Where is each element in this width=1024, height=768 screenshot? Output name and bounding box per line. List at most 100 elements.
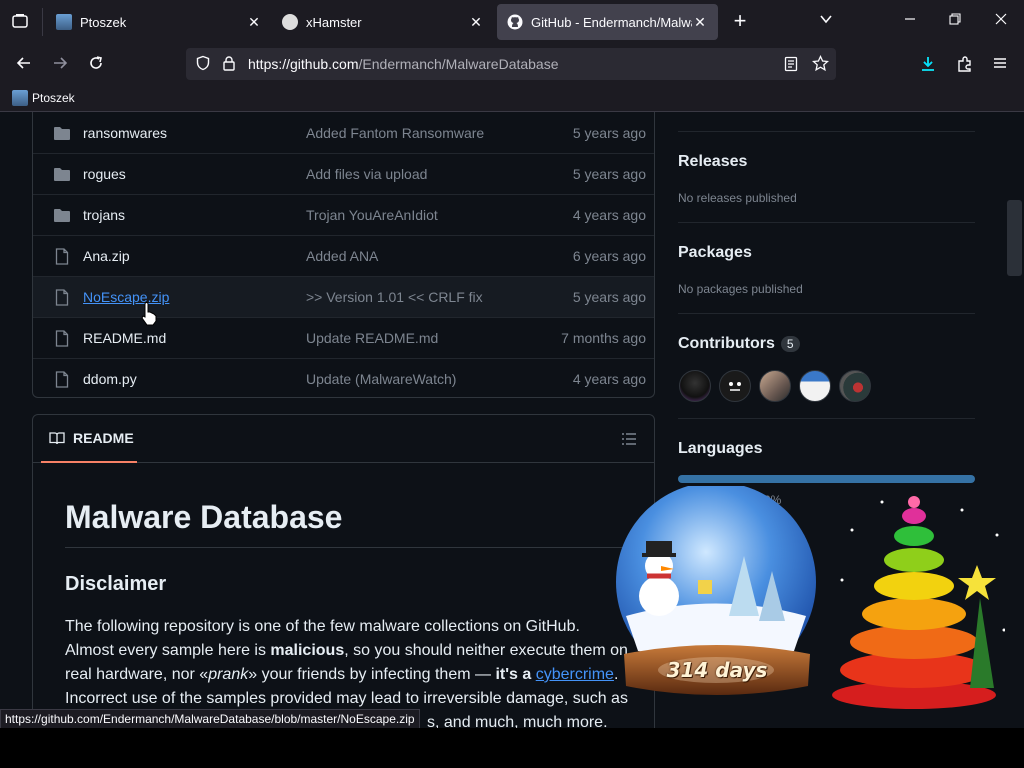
tab-divider	[42, 8, 43, 36]
scrollbar-thumb[interactable]	[1007, 200, 1022, 276]
link-status-bar: https://github.com/Endermanch/MalwareDat…	[0, 709, 420, 729]
paragraph-line: The following repository is one of the f…	[65, 618, 580, 635]
tab-github[interactable]: GitHub - Endermanch/MalwareDatabase ✕	[497, 4, 718, 40]
restore-window-icon[interactable]	[945, 12, 965, 32]
contributor-avatar[interactable]	[799, 370, 831, 402]
file-row[interactable]: NoEscape.zip >> Version 1.01 << CRLF fix 5…	[33, 276, 654, 317]
file-row[interactable]: Ana.zip Added ANA 6 years ago	[33, 235, 654, 276]
file-name-link[interactable]: Ana.zip	[83, 248, 306, 264]
file-list: ransomwares Added Fantom Ransomware 5 year…	[32, 112, 655, 398]
file-row[interactable]: trojans Trojan YouAreAnIdiot 4 years ago	[33, 194, 654, 235]
github-page: ransomwares Added Fantom Ransomware 5 year…	[0, 112, 1024, 728]
minimize-window-icon[interactable]	[900, 12, 920, 32]
tracking-protection-shield-icon[interactable]	[195, 55, 213, 73]
text-span: , so you should neither execute them on	[344, 642, 628, 659]
commit-age: 5 years ago	[572, 124, 646, 141]
bookmark-ptoszek[interactable]: Ptoszek	[12, 90, 75, 106]
commit-age: 5 years ago	[572, 166, 646, 182]
close-tab-icon[interactable]: ✕	[468, 14, 484, 31]
file-name-link[interactable]: README.md	[83, 330, 306, 346]
hamburger-menu-icon[interactable]	[990, 55, 1010, 75]
forward-arrow-icon[interactable]	[50, 55, 70, 75]
contributor-avatar[interactable]	[759, 370, 791, 402]
languages-heading: Languages	[678, 440, 763, 457]
file-row[interactable]: rogues Add files via upload 5 years ago	[33, 153, 654, 194]
language-bar	[678, 475, 975, 483]
file-name-link[interactable]: rogues	[83, 166, 306, 182]
text-span: s, and much, much more.	[427, 714, 608, 728]
tab-ptoszek[interactable]: Ptoszek ✕	[46, 4, 272, 40]
github-favicon-icon	[507, 14, 523, 30]
contributor-avatar[interactable]	[839, 370, 871, 402]
italic-text: prank	[208, 666, 249, 683]
contributor-avatar[interactable]	[679, 370, 711, 402]
readme-panel: README Malware Database Disclaimer The f…	[32, 414, 655, 728]
close-tab-icon[interactable]: ✕	[246, 14, 262, 31]
file-row[interactable]: ddom.py Update (MalwareWatch) 4 years ago	[33, 358, 654, 399]
folder-icon	[41, 125, 83, 141]
commit-message-link[interactable]: Added ANA	[306, 248, 556, 264]
paragraph-line: Almost every sample here is malicious, s…	[65, 639, 645, 663]
contributors-label: Contributors	[678, 335, 775, 352]
commit-message-link[interactable]: Trojan YouAreAnIdiot	[306, 207, 556, 223]
url-text[interactable]: https://github.com/Endermanch/MalwareDat…	[248, 56, 559, 72]
extensions-puzzle-icon[interactable]	[955, 55, 975, 75]
days-counter-label: 314 days	[666, 658, 768, 682]
contributors-heading[interactable]: Contributors 5	[678, 335, 800, 353]
file-icon	[41, 288, 83, 306]
tab-xhamster[interactable]: xHamster ✕	[272, 4, 494, 40]
readme-tab[interactable]: README	[41, 415, 137, 463]
readme-header: README	[33, 415, 654, 463]
list-all-tabs-icon[interactable]	[816, 12, 836, 32]
readme-title: Malware Database	[65, 499, 343, 535]
folder-icon	[41, 207, 83, 223]
new-tab-button[interactable]: +	[730, 10, 750, 32]
cybercrime-link[interactable]: cybercrime	[536, 666, 614, 683]
hand-cursor-icon	[140, 302, 158, 326]
url-host: https://github.com	[248, 56, 359, 72]
commit-message-link[interactable]: Add files via upload	[306, 166, 556, 182]
commit-message-link[interactable]: Added Fantom Ransomware	[306, 125, 556, 141]
bookmark-label: Ptoszek	[32, 91, 75, 105]
back-arrow-icon[interactable]	[14, 55, 34, 75]
commit-message-link[interactable]: >> Version 1.01 << CRLF fix	[306, 289, 556, 305]
tab-bar: Ptoszek ✕ xHamster ✕ GitHub - Endermanch…	[0, 0, 1024, 44]
tab-overview-icon[interactable]	[8, 12, 32, 32]
reload-icon[interactable]	[86, 55, 106, 75]
address-bar[interactable]: https://github.com/Endermanch/MalwareDat…	[186, 48, 836, 80]
lock-icon[interactable]	[222, 55, 238, 73]
readme-title-divider	[65, 547, 625, 548]
page-scrollbar[interactable]	[1005, 112, 1024, 728]
christmas-tree-widget[interactable]	[822, 490, 1018, 710]
sidebar-divider	[678, 131, 975, 132]
packages-heading[interactable]: Packages	[678, 244, 752, 262]
ptoszek-favicon-icon	[56, 14, 72, 30]
close-window-icon[interactable]	[991, 12, 1011, 32]
file-row[interactable]: README.md Update README.md 7 months ago	[33, 317, 654, 358]
commit-age: 4 years ago	[572, 371, 646, 387]
contributor-avatar[interactable]	[719, 370, 751, 402]
file-name-link[interactable]: ransomwares	[83, 125, 306, 141]
commit-message-link[interactable]: Update (MalwareWatch)	[306, 371, 556, 387]
sidebar-divider	[678, 313, 975, 314]
file-name-link[interactable]: trojans	[83, 207, 306, 223]
file-name-link[interactable]: ddom.py	[83, 371, 306, 387]
file-name-link[interactable]: NoEscape.zip	[83, 289, 306, 305]
commit-message-link[interactable]: Update README.md	[306, 330, 556, 346]
file-icon	[41, 247, 83, 265]
readme-tab-label: README	[73, 430, 134, 446]
outline-list-icon[interactable]	[621, 431, 637, 447]
file-row[interactable]: ransomwares Added Fantom Ransomware 5 year…	[33, 112, 654, 153]
bookmark-star-icon[interactable]	[811, 54, 830, 73]
commit-age: 7 months ago	[561, 330, 646, 346]
close-tab-icon[interactable]: ✕	[692, 14, 708, 31]
file-icon	[41, 370, 83, 388]
disclaimer-heading: Disclaimer	[65, 573, 167, 595]
downloads-icon[interactable]	[918, 55, 938, 75]
sidebar-divider	[678, 418, 975, 419]
paragraph-line: real hardware, nor «prank» your friends …	[65, 663, 645, 687]
snow-globe-widget[interactable]: 314 days	[614, 482, 820, 704]
reader-view-icon[interactable]	[784, 56, 800, 72]
releases-heading[interactable]: Releases	[678, 153, 747, 171]
tab-title: xHamster	[306, 14, 362, 30]
